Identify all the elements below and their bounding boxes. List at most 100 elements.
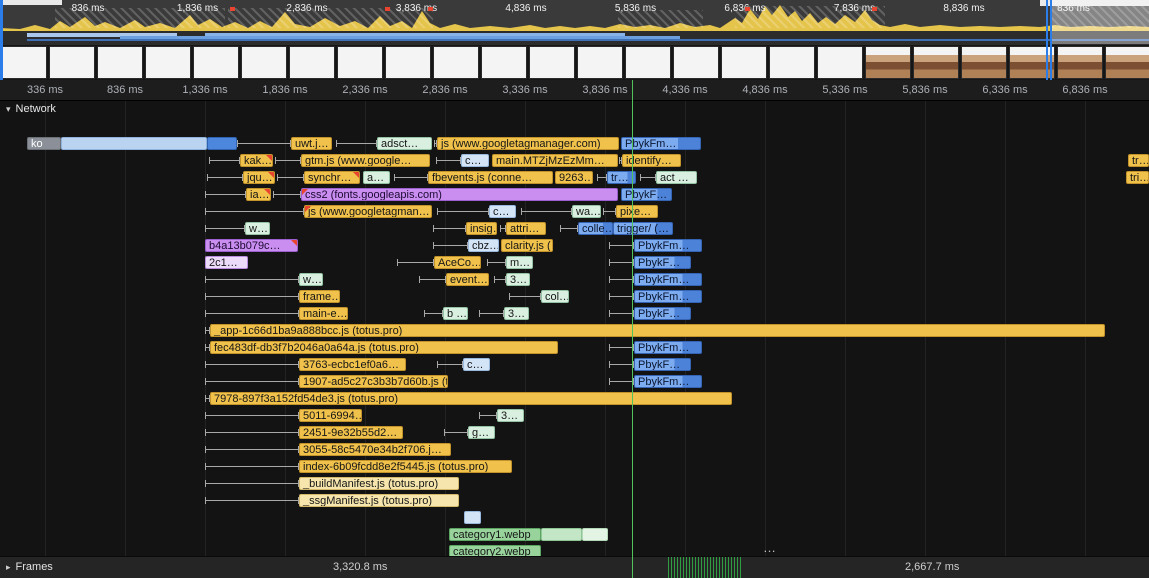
network-request-bar[interactable]: w… <box>245 222 270 235</box>
frames-track[interactable]: ▸ Frames 3,320.8 ms2,667.7 ms <box>0 556 1149 578</box>
network-request-bar[interactable]: c… <box>463 358 490 371</box>
network-request-bar[interactable]: _ssgManifest.js (totus.pro) <box>299 494 459 507</box>
network-request-bar[interactable]: cbz… <box>468 239 499 252</box>
network-request-bar[interactable]: m… <box>506 256 533 269</box>
network-request-bar[interactable]: AceCo… <box>434 256 481 269</box>
network-request-bar[interactable]: attri… <box>506 222 546 235</box>
network-request-bar[interactable]: 2c1… <box>205 256 248 269</box>
network-request-bar[interactable]: _buildManifest.js (totus.pro) <box>299 477 459 490</box>
timeline-overview[interactable]: 836 ms1,836 ms2,836 ms3,836 ms4,836 ms5,… <box>0 0 1149 80</box>
network-request-bar[interactable]: 3… <box>497 409 524 422</box>
network-request-bar[interactable]: c… <box>461 154 489 167</box>
network-request-bar[interactable]: b4a13b079c… <box>205 239 298 252</box>
network-request-bar[interactable]: fbevents.js (conne… <box>428 171 553 184</box>
network-request-bar[interactable]: 3763-ecbc1ef0a6… <box>299 358 406 371</box>
filmstrip-thumbnail[interactable] <box>961 46 1007 79</box>
filmstrip-thumbnail[interactable] <box>97 46 143 79</box>
filmstrip-thumbnail[interactable] <box>577 46 623 79</box>
network-request-bar[interactable]: PbykFm… <box>621 137 701 150</box>
network-request-bar[interactable]: trigger/ (… <box>613 222 673 235</box>
network-request-bar[interactable] <box>464 511 481 524</box>
network-request-bar[interactable]: tr… <box>1128 154 1149 167</box>
network-request-bar[interactable]: colle… <box>578 222 613 235</box>
network-request-bar[interactable]: js (www.googletagman… <box>304 205 432 218</box>
network-request-bar[interactable]: wa… <box>572 205 601 218</box>
network-request-bar[interactable]: clarity.js (… <box>501 239 553 252</box>
network-request-bar[interactable]: 5011-6994… <box>299 409 362 422</box>
filmstrip[interactable] <box>0 45 1149 80</box>
network-request-bar[interactable]: a… <box>363 171 390 184</box>
network-overview-strip[interactable] <box>0 31 1149 45</box>
network-request-bar[interactable]: 9263… <box>555 171 593 184</box>
network-request-bar[interactable]: index-6b09fcdd8e2f5445.js (totus.pro) <box>299 460 512 473</box>
network-request-bar[interactable]: 1907-ad5c27c3b3b7d60b.js (tot… <box>299 375 448 388</box>
filmstrip-thumbnail[interactable] <box>433 46 479 79</box>
network-request-bar[interactable]: frame… <box>299 290 340 303</box>
network-request-bar[interactable]: ia… <box>246 188 271 201</box>
network-request-bar[interactable] <box>582 528 608 541</box>
network-request-bar[interactable]: col… <box>541 290 569 303</box>
network-request-bar[interactable] <box>207 137 237 150</box>
network-request-bar[interactable]: PbykFm… <box>634 239 702 252</box>
filmstrip-thumbnail[interactable] <box>49 46 95 79</box>
network-request-bar[interactable]: category1.webp <box>449 528 541 541</box>
filmstrip-thumbnail[interactable] <box>625 46 671 79</box>
filmstrip-thumbnail[interactable] <box>673 46 719 79</box>
network-request-bar[interactable]: fec483df-db3f7b2046a0a64a.js (totus.pro) <box>210 341 558 354</box>
filmstrip-thumbnail[interactable] <box>289 46 335 79</box>
network-request-bar[interactable]: adsct… <box>377 137 432 150</box>
network-request-bar[interactable]: c… <box>489 205 516 218</box>
network-request-bar[interactable]: main-e… <box>299 307 348 320</box>
network-request-bar[interactable]: PbykF… <box>621 188 672 201</box>
network-request-bar[interactable]: 3… <box>504 307 529 320</box>
network-request-bar[interactable]: PbykF… <box>634 307 691 320</box>
filmstrip-thumbnail[interactable] <box>1 46 47 79</box>
network-request-bar[interactable]: identify… <box>622 154 681 167</box>
network-request-bar[interactable]: uwt.j… <box>291 137 332 150</box>
network-track-header[interactable]: ▾ Network <box>6 103 56 115</box>
network-request-bar[interactable]: gtm.js (www.google… <box>301 154 430 167</box>
network-request-bar[interactable]: PbykF… <box>634 358 691 371</box>
network-request-bar[interactable]: tri… <box>1126 171 1149 184</box>
network-request-bar[interactable] <box>61 137 207 150</box>
overview-window-handle-left[interactable] <box>0 0 3 80</box>
network-request-bar[interactable]: PbykF… <box>634 256 691 269</box>
filmstrip-thumbnail[interactable] <box>529 46 575 79</box>
network-request-bar[interactable]: _app-1c66d1ba9a888bcc.js (totus.pro) <box>210 324 1105 337</box>
network-request-bar[interactable]: category2.webp <box>449 545 541 556</box>
network-request-bar[interactable]: b … <box>443 307 468 320</box>
network-request-bar[interactable]: PbykFm… <box>634 341 702 354</box>
filmstrip-thumbnail[interactable] <box>1057 46 1103 79</box>
filmstrip-thumbnail[interactable] <box>337 46 383 79</box>
network-request-bar[interactable]: 7978-897f3a152fd54de3.js (totus.pro) <box>210 392 732 405</box>
network-request-bar[interactable]: w… <box>299 273 323 286</box>
filmstrip-thumbnail[interactable] <box>145 46 191 79</box>
filmstrip-thumbnail[interactable] <box>385 46 431 79</box>
network-request-bar[interactable]: 2451-9e32b55d2… <box>299 426 403 439</box>
network-request-bar[interactable]: PbykFm… <box>634 273 702 286</box>
filmstrip-thumbnail[interactable] <box>481 46 527 79</box>
network-request-bar[interactable]: jqu… <box>243 171 275 184</box>
network-request-bar[interactable]: js (www.googletagmanager.com) <box>437 137 619 150</box>
network-request-bar[interactable]: pixe… <box>616 205 658 218</box>
network-request-bar[interactable] <box>541 528 582 541</box>
network-request-bar[interactable]: event… <box>446 273 489 286</box>
network-request-bar[interactable]: kak… <box>240 154 273 167</box>
timeline-ruler[interactable]: 336 ms836 ms1,336 ms1,836 ms2,336 ms2,83… <box>0 80 1149 101</box>
network-request-bar[interactable]: ko <box>27 137 61 150</box>
frames-track-header[interactable]: ▸ Frames <box>6 561 53 573</box>
network-request-bar[interactable]: synchr… <box>304 171 360 184</box>
network-request-bar[interactable]: act … <box>656 171 697 184</box>
network-request-bar[interactable]: 3055-58c5470e34b2f706.j… <box>299 443 451 456</box>
filmstrip-thumbnail[interactable] <box>817 46 863 79</box>
network-request-bar[interactable]: PbykFm… <box>634 375 702 388</box>
cpu-overview-strip[interactable]: 836 ms1,836 ms2,836 ms3,836 ms4,836 ms5,… <box>0 0 1149 32</box>
filmstrip-thumbnail[interactable] <box>241 46 287 79</box>
network-request-bar[interactable]: g… <box>468 426 495 439</box>
filmstrip-thumbnail[interactable] <box>769 46 815 79</box>
overview-window-handle-right[interactable] <box>1046 0 1052 80</box>
network-request-bar[interactable]: css2 (fonts.googleapis.com) <box>301 188 618 201</box>
network-request-bar[interactable]: insig… <box>466 222 497 235</box>
filmstrip-thumbnail[interactable] <box>1105 46 1149 79</box>
filmstrip-thumbnail[interactable] <box>865 46 911 79</box>
